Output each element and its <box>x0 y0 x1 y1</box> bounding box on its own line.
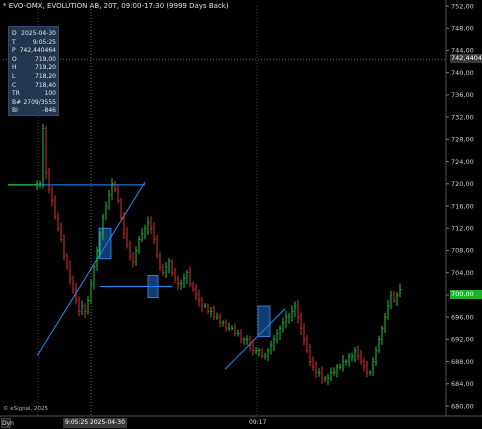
info-key: BI <box>12 107 18 115</box>
y-tick-label: 740,00 <box>451 69 474 77</box>
info-value: -846 <box>42 107 56 115</box>
y-tick-label: 724,00 <box>451 158 474 166</box>
y-tick-label: 752,00 <box>451 2 474 10</box>
y-tick-label: 696,00 <box>451 313 474 321</box>
y-tick-label: 736,00 <box>451 91 474 99</box>
dyn-button[interactable]: Dyn <box>1 418 14 428</box>
last-price-tag: 700,00 <box>450 290 482 300</box>
copyright-label: © eSignal, 2025 <box>3 406 49 412</box>
highlight-box <box>98 227 112 260</box>
y-tick-label: 748,00 <box>451 25 474 33</box>
trendline <box>36 181 146 357</box>
y-tick-label: 704,00 <box>451 269 474 277</box>
y-tick-label: 728,00 <box>451 136 474 144</box>
y-tick-label: 720,00 <box>451 180 474 188</box>
y-tick-label: 732,00 <box>451 113 474 121</box>
data-window-panel: D 2025-04-30 T 9:05:25 P 742,440464 O 719,00 H 71… <box>8 26 59 116</box>
crosshair-date-tag: 9:05:25 2025-04-30 <box>63 418 127 428</box>
y-tick-label: 716,00 <box>451 202 474 210</box>
y-tick-label: 680,00 <box>451 402 474 410</box>
chart-title: * EVO-OMX, EVOLUTION AB, 20T, 09:00-17:3… <box>3 2 229 10</box>
y-tick-label: 688,00 <box>451 358 474 366</box>
y-tick-label: 692,00 <box>451 336 474 344</box>
trendline <box>224 308 286 370</box>
highlight-box <box>147 275 159 299</box>
x-axis-time-tick: 09:17 <box>249 419 267 426</box>
price-chart[interactable]: 752,00748,00744,00740,00736,00732,00728,… <box>0 0 482 429</box>
y-tick-label: 708,00 <box>451 247 474 255</box>
highlight-box <box>257 305 271 337</box>
y-tick-label: 712,00 <box>451 225 474 233</box>
info-row-bi: BI -846 <box>12 106 56 115</box>
y-tick-label: 684,00 <box>451 380 474 388</box>
crosshair-price-tag: 742,440464 <box>450 54 482 63</box>
